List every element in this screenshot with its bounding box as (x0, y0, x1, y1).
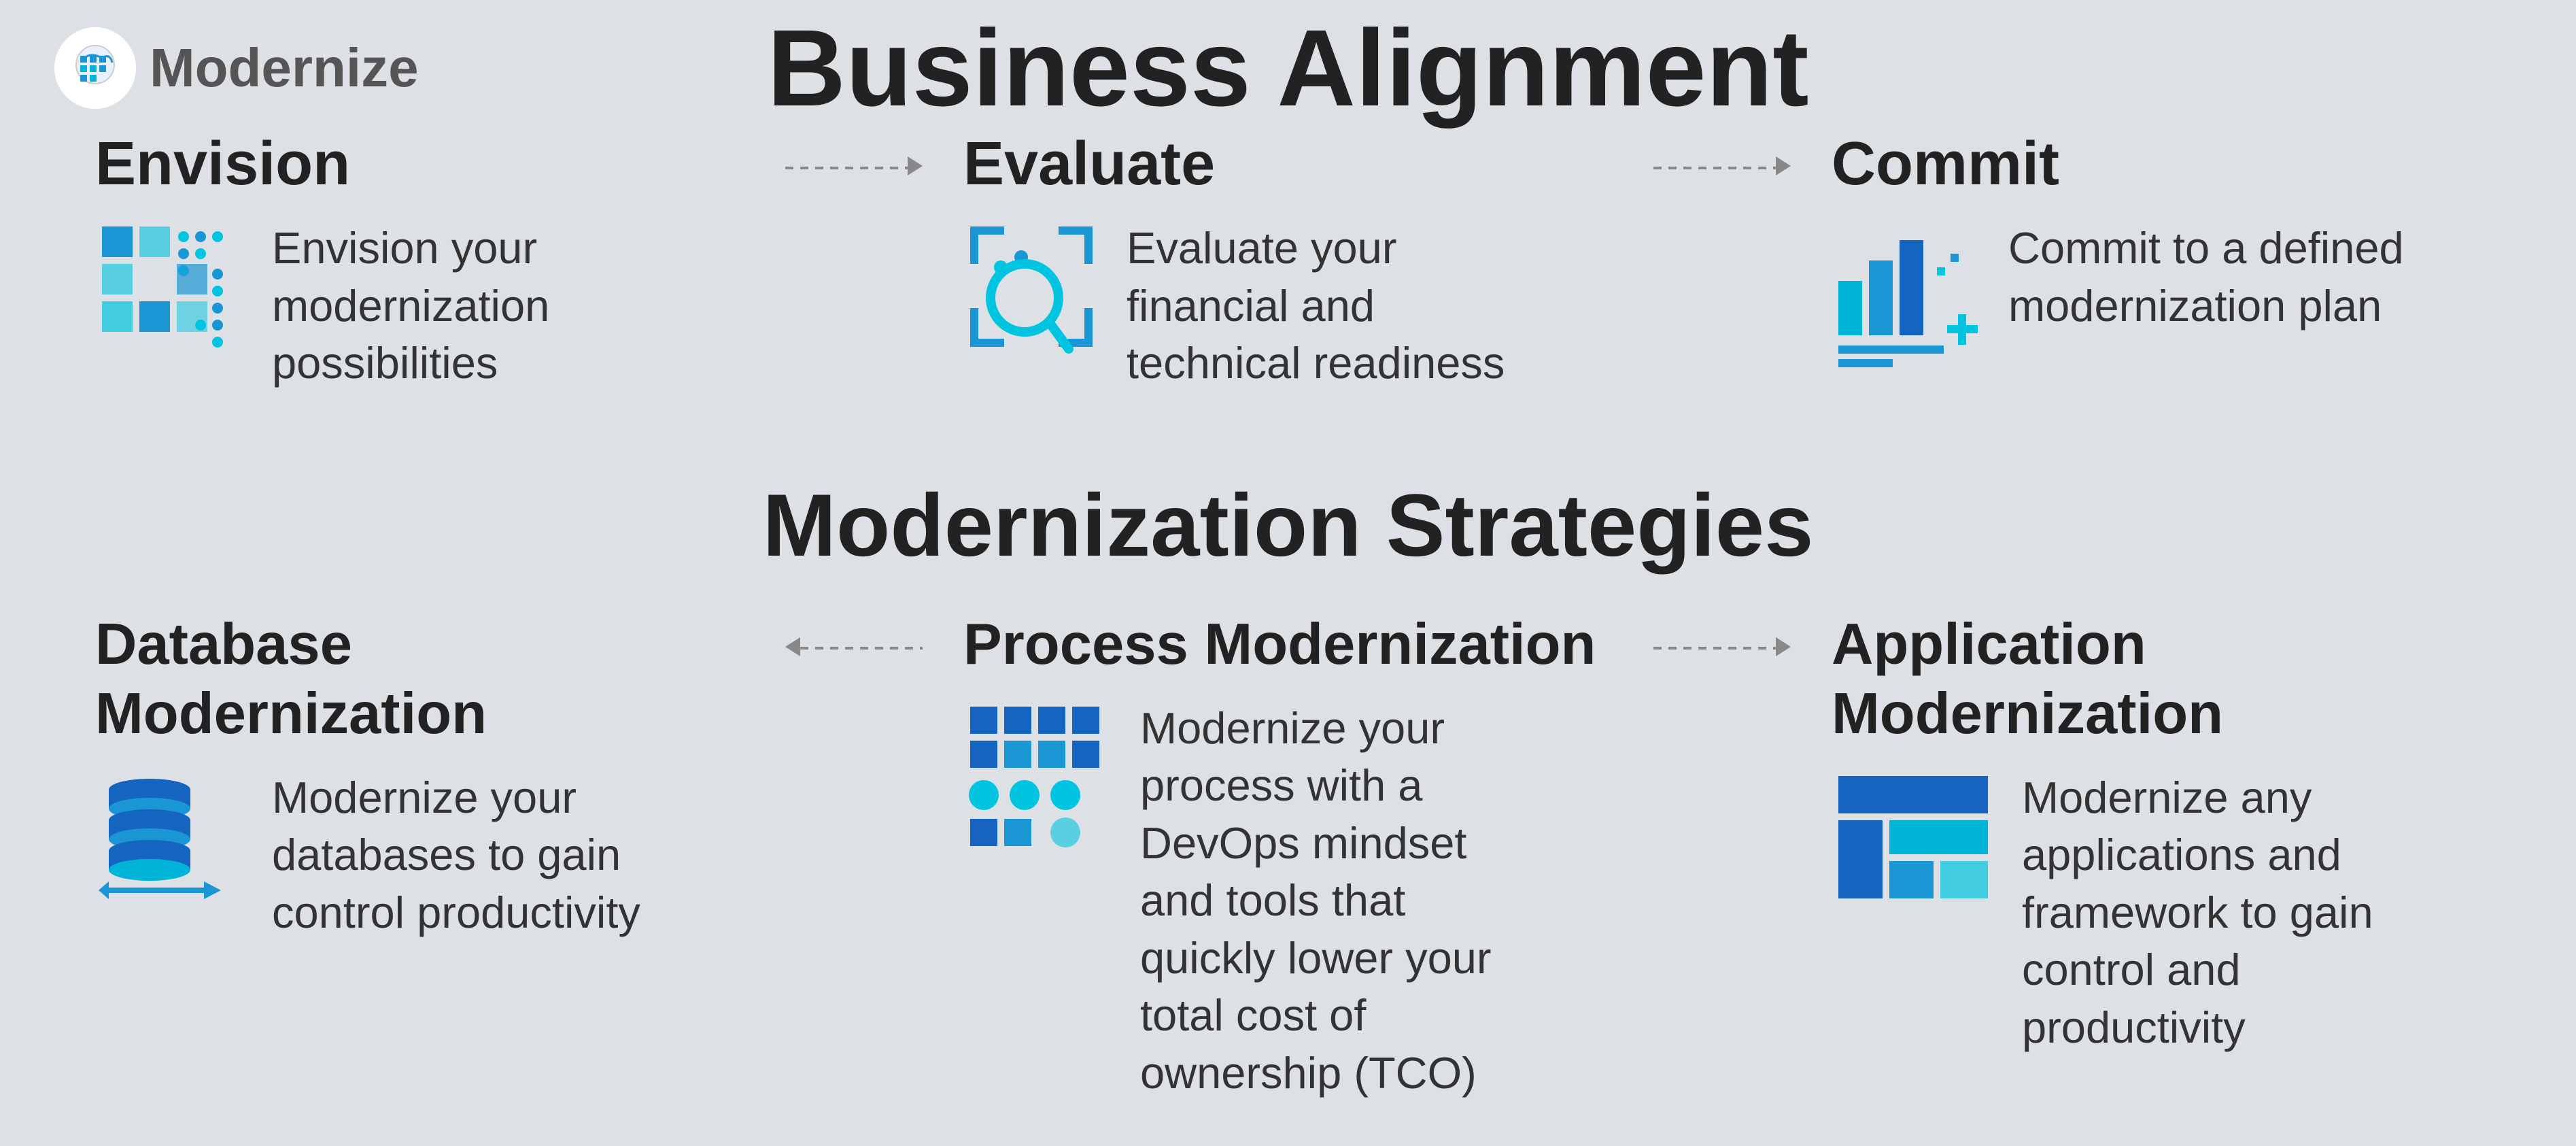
dotted-line-3 (800, 647, 923, 650)
commit-column: Commit (1791, 129, 2522, 373)
dotted-line-4 (1653, 647, 1776, 650)
logo-icon (68, 41, 122, 95)
process-content: Modernize your process with a DevOps min… (963, 700, 1548, 1102)
arrow-right-2 (1776, 156, 1791, 179)
arrow-evaluate-commit (1653, 129, 1791, 179)
arrow-left-1 (785, 637, 800, 660)
dotted-line-2 (1653, 167, 1776, 169)
database-icon (95, 769, 245, 909)
strategies-row: Database Modernization (54, 610, 2522, 1102)
process-icon (963, 700, 1113, 853)
database-column: Database Modernization (54, 610, 785, 942)
database-content: Modernize your databases to gain control… (95, 769, 680, 942)
application-text: Modernize any applications and framework… (2022, 769, 2430, 1057)
business-alignment-row: Envision (54, 129, 2522, 392)
arrow-process-application (1653, 610, 1791, 660)
strategies-title: Modernization Strategies (54, 474, 2522, 576)
database-header: Database Modernization (95, 610, 744, 749)
application-icon (1832, 769, 1995, 909)
process-column: Process Modernization (923, 610, 1653, 1102)
process-header: Process Modernization (963, 610, 1596, 679)
evaluate-header: Evaluate (963, 129, 1215, 199)
dotted-line-1 (785, 167, 908, 169)
evaluate-icon (963, 220, 1099, 373)
envision-icon (95, 220, 245, 373)
commit-icon (1832, 220, 1981, 373)
header: Modernize Business Alignment (54, 27, 2522, 109)
business-alignment-section: Envision (54, 129, 2522, 392)
arrow-right-3 (1776, 637, 1791, 660)
evaluate-content: Evaluate your financial and technical re… (963, 220, 1534, 392)
commit-header: Commit (1832, 129, 2059, 199)
commit-text: Commit to a defined modernization plan (2008, 220, 2416, 335)
logo-circle (54, 27, 136, 109)
arrow-envision-evaluate (785, 129, 923, 179)
evaluate-text: Evaluate your financial and technical re… (1127, 220, 1534, 392)
application-content: Modernize any applications and framework… (1832, 769, 2430, 1057)
modernization-strategies-section: Modernization Strategies Database Modern… (54, 474, 2522, 1102)
application-header: Application Modernization (1832, 610, 2481, 749)
logo-text: Modernize (150, 37, 419, 99)
envision-text: Envision your modernization possibilitie… (272, 220, 680, 392)
envision-content: Envision your modernization possibilitie… (95, 220, 680, 392)
logo-area: Modernize (54, 27, 419, 109)
commit-content: Commit to a defined modernization plan (1832, 220, 2416, 373)
arrow-database-process (785, 610, 923, 660)
evaluate-column: Evaluate (923, 129, 1653, 392)
envision-header: Envision (95, 129, 350, 199)
arrow-right-1 (908, 156, 923, 179)
process-text: Modernize your process with a DevOps min… (1140, 700, 1548, 1102)
application-column: Application Modernization (1791, 610, 2522, 1057)
database-text: Modernize your databases to gain control… (272, 769, 680, 942)
page-title: Business Alignment (767, 5, 1808, 131)
envision-column: Envision (54, 129, 785, 392)
